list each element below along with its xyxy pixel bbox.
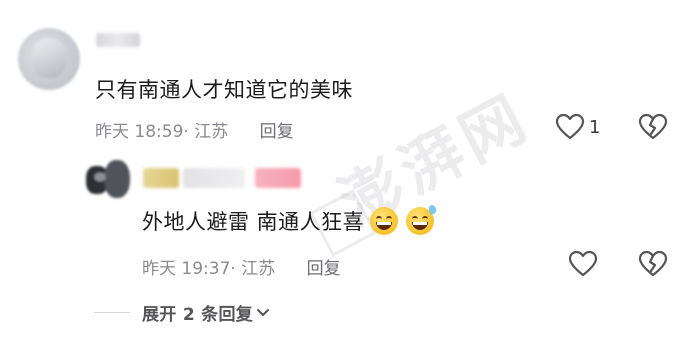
- dislike-button[interactable]: [638, 113, 668, 145]
- reply-button[interactable]: 回复: [260, 122, 294, 142]
- grin-emoji-icon: [370, 207, 399, 235]
- like-count: 1: [589, 116, 601, 138]
- reply-dislike-button[interactable]: [638, 250, 668, 282]
- comment-time: 昨天 18:59: [95, 122, 184, 142]
- reply-text: 外地人避雷 南通人狂喜: [142, 206, 435, 236]
- divider: [94, 312, 130, 313]
- avatar[interactable]: [18, 28, 80, 90]
- reply-reply-button[interactable]: 回复: [307, 259, 341, 279]
- reply-time: 昨天 19:37: [142, 259, 231, 279]
- like-button[interactable]: 1: [555, 113, 600, 141]
- reply-text-content: 外地人避雷 南通人狂喜: [142, 210, 365, 234]
- reply-username-blurred[interactable]: [183, 168, 245, 188]
- reply-username-blurred[interactable]: [143, 168, 179, 188]
- comment-thread: 澎湃网 只有南通人才知道它的美味 昨天 18:59· 江苏 回复 1 外地人避雷…: [0, 0, 696, 337]
- reply-username-blurred[interactable]: [255, 168, 301, 188]
- grin-sweat-emoji-icon: [406, 207, 435, 235]
- username-blurred[interactable]: [96, 33, 140, 47]
- expand-replies-button[interactable]: 展开 2 条回复: [94, 300, 270, 325]
- reply-avatar[interactable]: [86, 160, 132, 200]
- broken-heart-icon: [638, 113, 668, 140]
- broken-heart-icon: [638, 250, 668, 277]
- expand-replies-label: 展开 2 条回复: [142, 305, 254, 325]
- reply-location: · 江苏: [230, 259, 276, 279]
- comment-meta: 昨天 18:59· 江苏 回复: [95, 117, 294, 142]
- reply-like-button[interactable]: [568, 250, 598, 282]
- chevron-down-icon: [257, 309, 270, 316]
- comment-location: · 江苏: [183, 122, 229, 142]
- heart-icon: [568, 250, 598, 277]
- reply-meta: 昨天 19:37· 江苏 回复: [142, 254, 341, 279]
- comment-text: 只有南通人才知道它的美味: [95, 78, 353, 102]
- heart-icon: [555, 113, 585, 140]
